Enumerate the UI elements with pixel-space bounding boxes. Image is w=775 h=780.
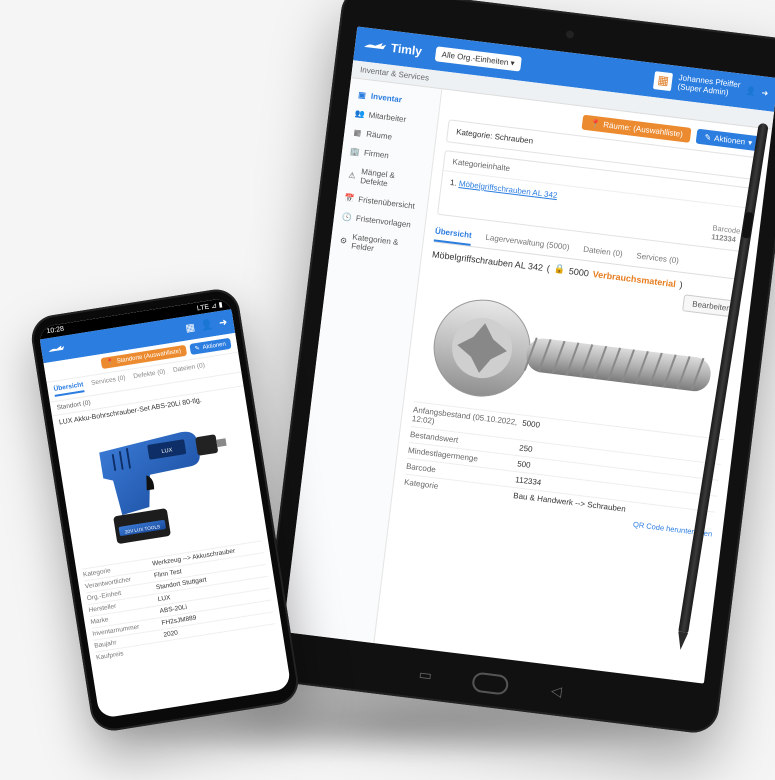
sidebar-icon: 👥 — [354, 109, 365, 119]
tab[interactable]: Dateien (0) — [173, 362, 206, 378]
qr-icon[interactable]: ▦ — [653, 71, 673, 91]
actions-button[interactable]: ✎ Aktionen — [189, 338, 232, 355]
sidebar-icon: ▣ — [357, 90, 368, 100]
actions-button[interactable]: ✎ Aktionen ▾ — [696, 129, 761, 152]
sidebar-label: Fristenübersicht — [358, 195, 416, 211]
user-icon[interactable]: 👤 — [200, 319, 214, 332]
tab[interactable]: Übersicht — [434, 223, 473, 246]
sidebar-label: Fristenvorlagen — [355, 214, 411, 230]
tablet-device: Timly Alle Org.-Einheiten ▾ ▦ Johannes P… — [259, 0, 775, 735]
sidebar-icon: 📅 — [344, 193, 355, 203]
main-content: 📍 Räume: (Auswahlliste) ✎ Aktionen ▾ Kat… — [374, 89, 772, 683]
logo-icon[interactable] — [47, 342, 67, 357]
tab[interactable]: Lagerverwaltung (5000) — [484, 229, 570, 258]
sidebar-label: Räume — [366, 129, 393, 141]
user-label: Johannes Pfeiffer (Super Admin) — [677, 74, 741, 99]
tablet-camera — [566, 30, 575, 39]
sidebar-icon: 🕓 — [342, 212, 353, 222]
qr-icon[interactable]: ▦ — [185, 322, 196, 334]
phone-device: 10:28LTE ⊿ ▮ ▦ 👤 ➜ 📍 Standorte (Auswahll… — [28, 286, 301, 734]
user-icon[interactable]: 👤 — [745, 87, 756, 97]
tab[interactable]: Services (0) — [91, 375, 127, 391]
logo-icon — [362, 36, 388, 55]
sidebar-label: Inventar — [370, 92, 402, 105]
sidebar-label: Kategorien & Felder — [351, 232, 415, 257]
tablet-home-button[interactable] — [471, 671, 509, 695]
sidebar-icon: ⚠ — [347, 170, 358, 180]
tab[interactable]: Dateien (0) — [582, 241, 624, 265]
tab[interactable]: Services (0) — [635, 247, 680, 271]
sidebar-icon: 🏢 — [350, 147, 361, 157]
logout-icon[interactable]: ➜ — [218, 316, 228, 328]
app-logo[interactable]: Timly — [362, 36, 423, 59]
lock-icon: 🔒 — [553, 263, 565, 275]
sidebar-label: Mängel & Defekte — [360, 167, 423, 192]
tab[interactable]: Defekte (0) — [133, 368, 166, 384]
tab[interactable]: Übersicht — [53, 381, 84, 397]
tablet-screen: Timly Alle Org.-Einheiten ▾ ▦ Johannes P… — [283, 26, 775, 683]
sidebar-icon: ▦ — [352, 128, 363, 138]
org-select[interactable]: Alle Org.-Einheiten ▾ — [435, 46, 522, 71]
sidebar-label: Firmen — [363, 148, 389, 160]
sidebar-label: Mitarbeiter — [368, 111, 407, 125]
phone-screen: 10:28LTE ⊿ ▮ ▦ 👤 ➜ 📍 Standorte (Auswahll… — [38, 297, 292, 718]
logout-icon[interactable]: ➜ — [761, 89, 769, 99]
app-name: Timly — [390, 41, 423, 59]
sidebar-icon: ⚙ — [339, 235, 349, 245]
material-badge: Verbrauchsmaterial — [592, 269, 676, 289]
